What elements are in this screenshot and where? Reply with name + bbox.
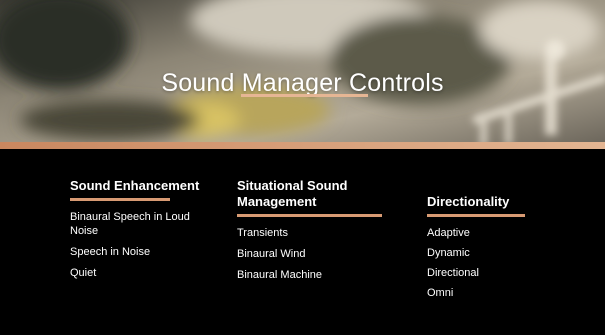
column-list: Transients Binaural Wind Binaural Machin…	[237, 226, 397, 282]
column-list: Binaural Speech in Loud Noise Speech in …	[70, 210, 210, 280]
list-item: Adaptive	[427, 227, 470, 239]
list-item: Directional	[427, 267, 479, 279]
column-heading: Sound Enhancement	[70, 178, 200, 193]
title-underline	[241, 94, 368, 97]
list-item: Binaural Speech in Loud Noise	[70, 211, 190, 237]
list-item: Omni	[427, 287, 454, 299]
column-underline	[70, 198, 170, 201]
list-item: Dynamic	[427, 247, 470, 259]
list-item: Binaural Machine	[237, 269, 322, 281]
column-situational-sound-management: Situational Sound Management Transients …	[237, 178, 397, 289]
list-item: Quiet	[70, 267, 97, 279]
column-directionality: Directionality Adaptive Dynamic Directio…	[427, 194, 547, 306]
column-heading: Situational Sound Management	[237, 178, 348, 209]
column-underline	[427, 214, 525, 217]
list-item: Speech in Noise	[70, 246, 151, 258]
column-sound-enhancement: Sound Enhancement Binaural Speech in Lou…	[70, 178, 210, 287]
list-item: Transients	[237, 227, 288, 239]
column-underline	[237, 214, 382, 217]
column-list: Adaptive Dynamic Directional Omni	[427, 226, 547, 300]
slide: Sound Manager Controls Sound Enhancement…	[0, 0, 605, 335]
list-item: Binaural Wind	[237, 248, 306, 260]
column-heading: Directionality	[427, 194, 510, 209]
accent-strip	[0, 142, 605, 149]
